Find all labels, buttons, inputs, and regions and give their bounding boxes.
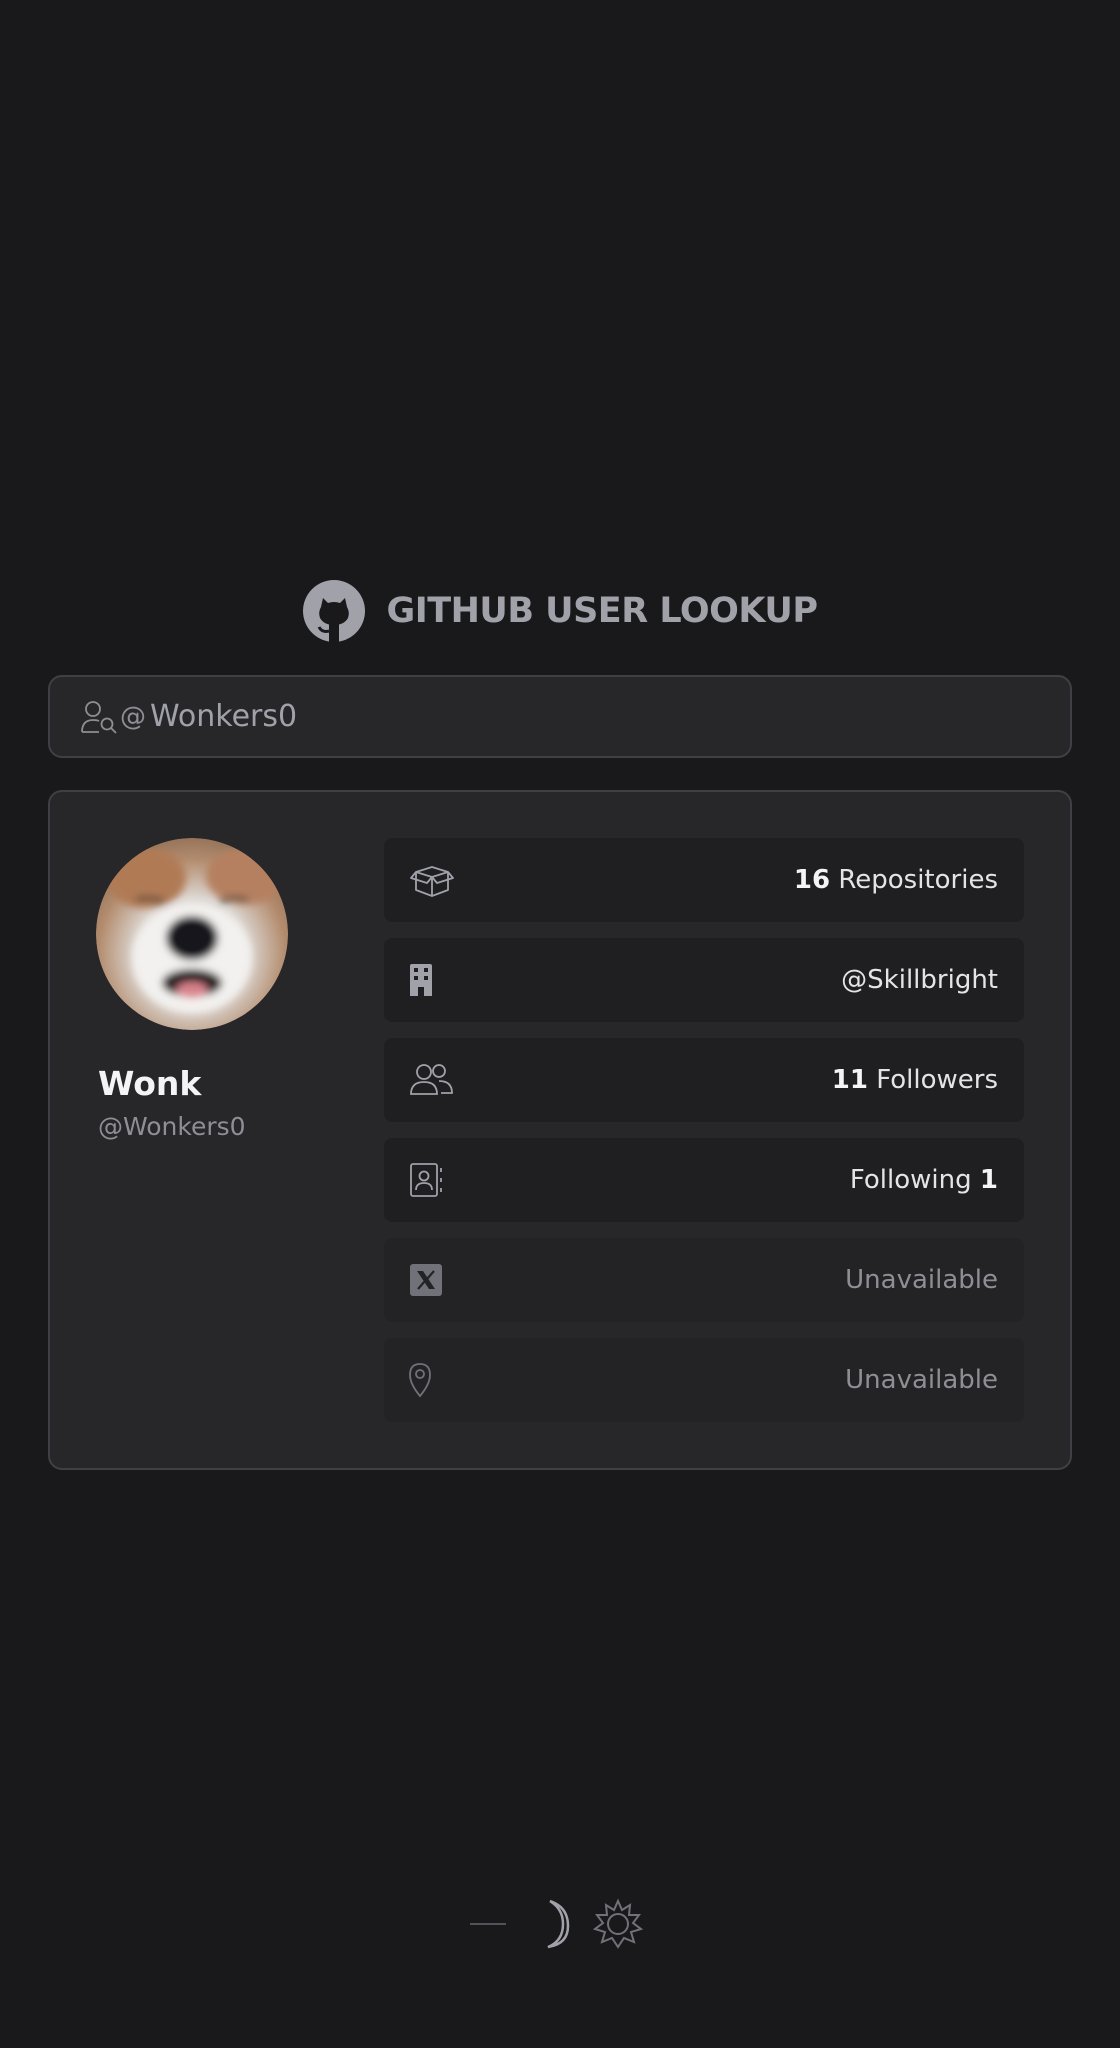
following-count: 1 [979,1165,998,1195]
users-icon [410,1064,453,1095]
theme-switch[interactable] [470,1896,650,1952]
github-icon [303,580,366,643]
twitter-value: Unavailable [845,1265,998,1295]
stat-location[interactable]: Unavailable [384,1338,1024,1422]
moon-icon[interactable] [528,1899,574,1949]
location-value: Unavailable [845,1365,998,1395]
repositories-label: Repositories [838,865,998,895]
contact-book-icon [410,1163,442,1197]
sun-icon[interactable] [592,1898,644,1950]
profile-card: Wonk @Wonkers0 16 Repositories @Skillbri… [48,790,1072,1470]
at-sign: @ [120,701,146,732]
map-pin-icon [409,1363,431,1398]
app-title: GITHUB USER LOOKUP [386,591,818,631]
theme-divider [470,1923,506,1925]
company-value: @Skillbright [841,965,998,995]
stat-following[interactable]: Following 1 [384,1138,1024,1222]
user-search-icon [81,700,117,734]
app-header: GITHUB USER LOOKUP [0,578,1120,644]
x-twitter-icon [410,1264,442,1296]
search-input[interactable] [150,686,1070,747]
box-icon [410,866,454,897]
profile-login: @Wonkers0 [98,1112,246,1141]
stats-list: 16 Repositories @Skillbright 11 Follower… [384,838,1024,1438]
stat-followers[interactable]: 11 Followers [384,1038,1024,1122]
followers-count: 11 [831,1065,868,1095]
followers-label: Followers [876,1065,998,1095]
repositories-count: 16 [793,865,831,895]
profile-name: Wonk [98,1064,202,1103]
stat-twitter[interactable]: Unavailable [384,1238,1024,1322]
search-bar[interactable]: @ [48,675,1072,758]
building-icon [410,964,432,996]
avatar [96,838,288,1030]
stat-company[interactable]: @Skillbright [384,938,1024,1022]
following-label: Following [849,1165,972,1195]
stat-repositories[interactable]: 16 Repositories [384,838,1024,922]
